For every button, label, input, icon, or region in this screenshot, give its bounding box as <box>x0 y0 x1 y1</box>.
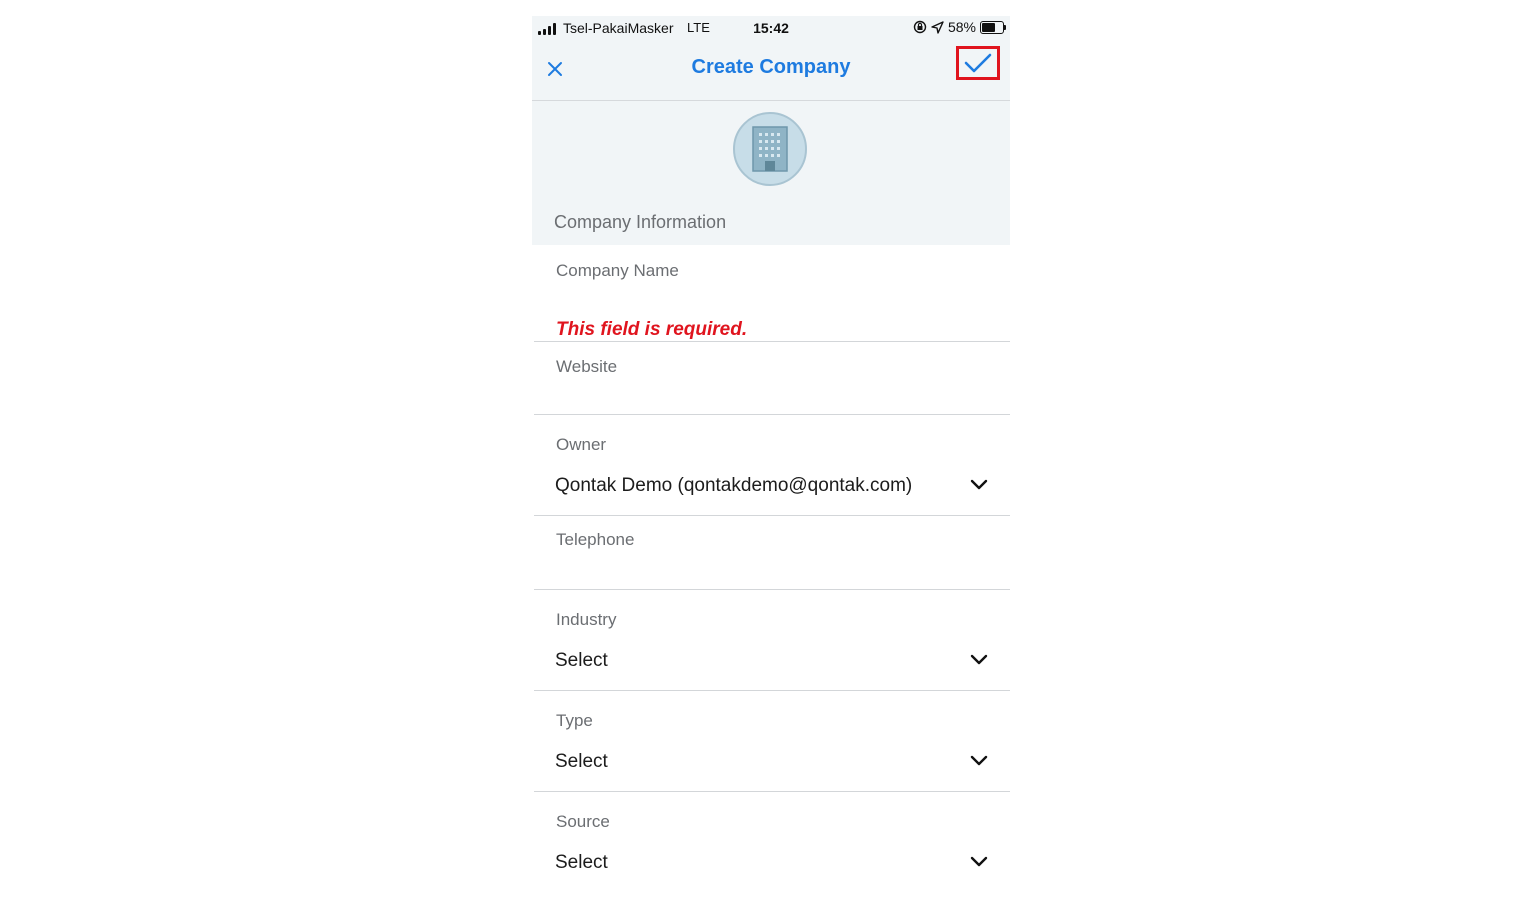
company-header: Company Information <box>532 101 1010 245</box>
navigation-bar: Create Company <box>532 42 1010 101</box>
type-select[interactable]: Select <box>555 751 608 773</box>
owner-field[interactable]: Owner Qontak Demo (qontakdemo@qontak.com… <box>534 415 1010 516</box>
telephone-field[interactable]: Telephone <box>534 516 1010 590</box>
company-avatar[interactable] <box>733 112 807 186</box>
owner-select[interactable]: Qontak Demo (qontakdemo@qontak.com) <box>555 475 912 497</box>
telephone-label: Telephone <box>556 530 635 549</box>
source-field[interactable]: Source Select <box>534 792 1010 870</box>
save-button[interactable] <box>956 46 1000 80</box>
section-title: Company Information <box>554 212 727 232</box>
battery-percent: 58% <box>947 19 976 35</box>
source-label: Source <box>556 812 610 831</box>
orientation-lock-icon <box>913 20 927 34</box>
owner-label: Owner <box>556 435 607 454</box>
website-label: Website <box>556 357 618 376</box>
phone-screen: Tsel-PakaiMasker LTE 15:42 58% Create Co… <box>532 16 1010 870</box>
source-select[interactable]: Select <box>555 852 608 870</box>
industry-field[interactable]: Industry Select <box>534 590 1010 691</box>
chevron-down-icon[interactable] <box>970 856 988 868</box>
company-name-error: This field is required. <box>556 319 748 340</box>
battery-icon <box>980 20 1006 34</box>
chevron-down-icon[interactable] <box>970 654 988 666</box>
status-bar: Tsel-PakaiMasker LTE 15:42 58% <box>532 16 1010 42</box>
type-field[interactable]: Type Select <box>534 691 1010 792</box>
building-icon <box>752 126 788 172</box>
chevron-down-icon[interactable] <box>970 755 988 767</box>
checkmark-icon <box>964 53 992 73</box>
industry-label: Industry <box>556 610 617 629</box>
page-title: Create Company <box>691 56 851 78</box>
status-indicators: 58% <box>913 19 1006 35</box>
type-label: Type <box>556 711 593 730</box>
website-field[interactable]: Website <box>534 342 1010 415</box>
company-name-label: Company Name <box>556 261 679 280</box>
location-arrow-icon <box>931 20 944 34</box>
industry-select[interactable]: Select <box>555 650 608 672</box>
chevron-down-icon[interactable] <box>970 479 988 491</box>
company-name-field[interactable]: Company Name This field is required. <box>534 245 1010 342</box>
